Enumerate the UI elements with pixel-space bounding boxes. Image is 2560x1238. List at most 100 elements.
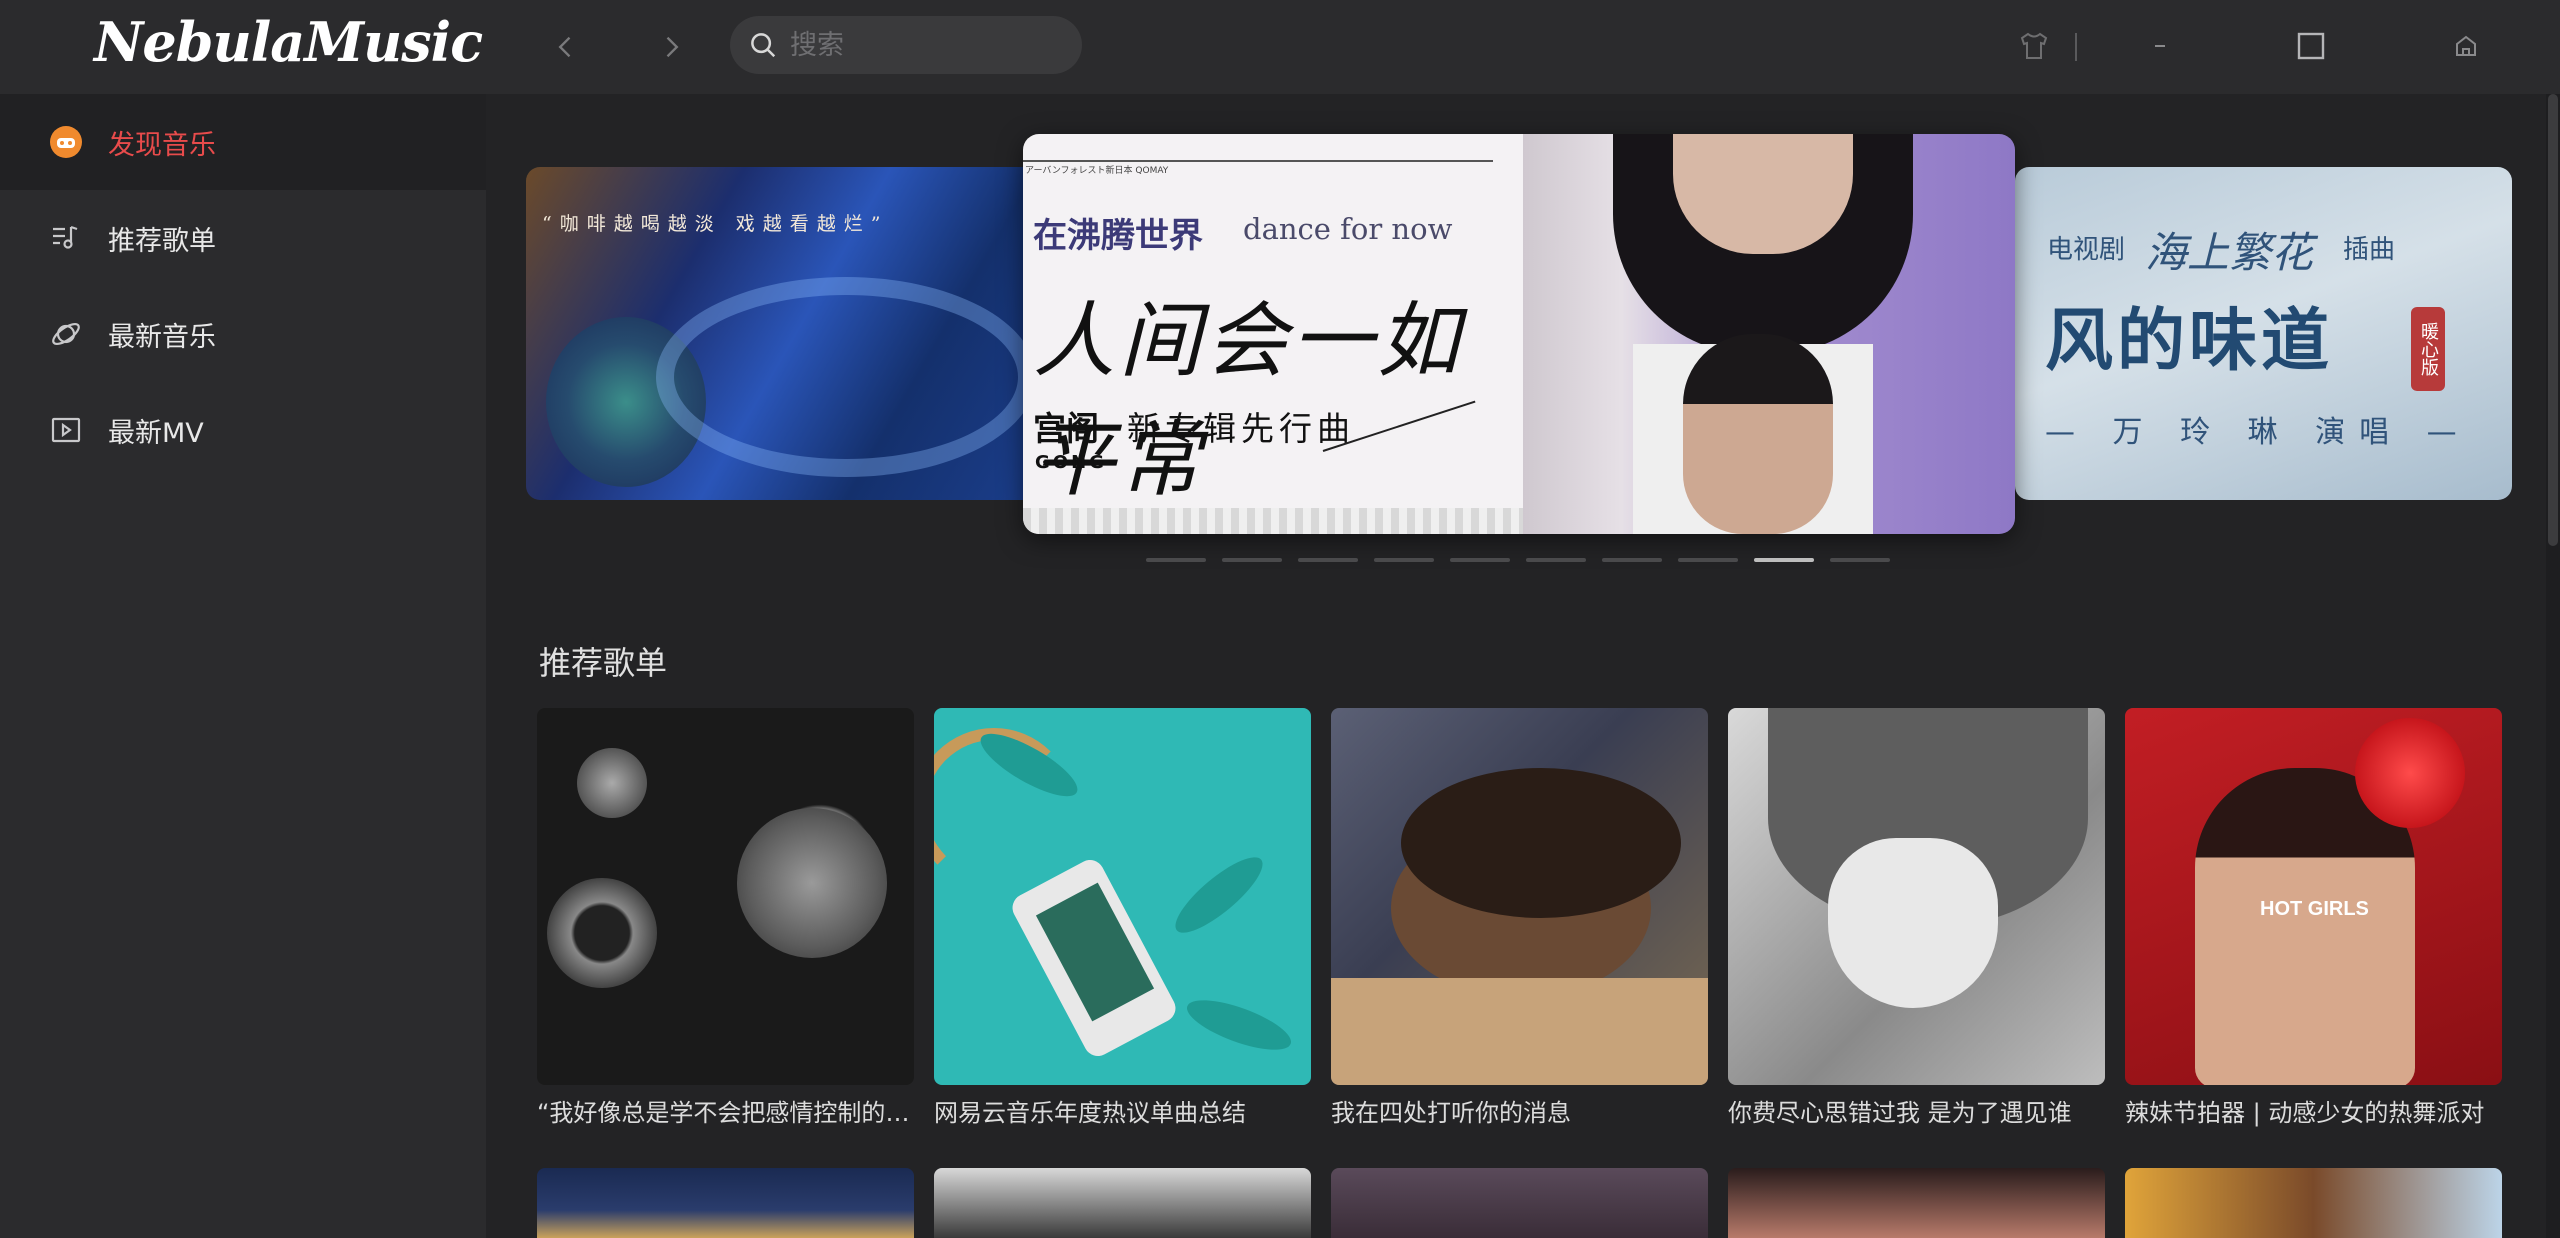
banner-singer: — 万 玲 琳 演唱 — (2045, 415, 2471, 450)
scrollbar-thumb[interactable] (2548, 94, 2558, 546)
banner-title-cn: 在沸腾世界 (1033, 216, 1203, 256)
sidebar-item-label: 发现音乐 (108, 129, 216, 161)
app-logo: NebulaMusic (94, 10, 483, 74)
banner-rule (1023, 160, 1493, 162)
minimize-button[interactable] (2132, 18, 2188, 74)
chevron-left-icon (558, 36, 571, 58)
banner-handwriting: 人间会一如平常 (1033, 294, 1463, 508)
cover-shape (737, 808, 887, 958)
toolbar-divider (2075, 33, 2077, 61)
playlist-card[interactable]: “我好像总是学不会把感情控制的当” (537, 708, 914, 1128)
section-title: 推荐歌单 (539, 644, 668, 682)
planet-icon (48, 316, 84, 352)
playlist-cover (934, 1168, 1311, 1238)
carousel-dot[interactable] (1678, 558, 1738, 562)
skin-button[interactable] (2006, 18, 2062, 74)
home-button[interactable] (2438, 18, 2494, 74)
cover-shape (1165, 846, 1273, 944)
main-content: “咖啡越喝越淡 戏越看越烂” 电视剧 海上繁花 插曲 风的味道 暖心版 — 万 … (486, 94, 2560, 1238)
sidebar-item-new-music[interactable]: 最新音乐 (0, 286, 486, 382)
forward-button[interactable] (646, 22, 696, 72)
banner-strip (1023, 508, 1523, 534)
scrollbar[interactable] (2546, 94, 2560, 1238)
playlist-card[interactable]: 你费尽心思错过我 是为了遇见谁 (1728, 708, 2105, 1128)
sidebar-item-label: 最新音乐 (108, 321, 216, 353)
carousel-dot[interactable] (1526, 558, 1586, 562)
carousel-dot[interactable] (1754, 558, 1814, 562)
carousel-dot[interactable] (1222, 558, 1282, 562)
playlist-cover: HOT GIRLS (2125, 708, 2502, 1085)
minimize-icon (2155, 45, 2165, 47)
banner-show-title: 海上繁花 (2145, 228, 2314, 277)
playlist-card[interactable] (934, 1168, 1311, 1238)
skin-icon (2020, 32, 2048, 59)
playlist-name: 辣妹节拍器 | 动感少女的热舞派对 (2125, 1099, 2485, 1127)
playlist-card[interactable]: HOT GIRLS 辣妹节拍器 | 动感少女的热舞派对 (2125, 708, 2502, 1128)
banner-slide-active[interactable]: アーバンフォレスト新日本 QOMAY 在沸腾世界 dance for now 人… (1023, 134, 2015, 534)
cover-shape (1181, 990, 1297, 1060)
carousel-indicators (1146, 558, 1890, 562)
sidebar-item-label: 最新MV (108, 417, 204, 449)
carousel-dot[interactable] (1374, 558, 1434, 562)
banner-suffix: 插曲 (2343, 235, 2396, 265)
search-input[interactable] (790, 29, 1070, 61)
playlist-card[interactable] (2125, 1168, 2502, 1238)
sidebar-item-playlists[interactable]: 推荐歌单 (0, 190, 486, 286)
search-box[interactable] (730, 16, 1082, 74)
banner-subtitle: 新专辑先行曲 (1127, 409, 1355, 448)
playlist-name: 我在四处打听你的消息 (1331, 1099, 1571, 1127)
cover-shape (1828, 838, 1998, 1008)
banner-artist: 宫阁 (1033, 409, 1099, 448)
banner-slide-left[interactable]: “咖啡越喝越淡 戏越看越烂” (526, 167, 1066, 500)
sidebar-item-mv[interactable]: 最新MV (0, 382, 486, 478)
banner-slide-right[interactable]: 电视剧 海上繁花 插曲 风的味道 暖心版 — 万 玲 琳 演唱 — (2015, 167, 2512, 500)
playlist-card[interactable]: 网易云音乐年度热议单曲总结 (934, 708, 1311, 1128)
banner-prefix: 电视剧 (2047, 235, 2126, 265)
sidebar: 发现音乐 推荐歌单 最新音乐 最新MV (0, 94, 486, 1238)
back-button[interactable] (541, 22, 591, 72)
cover-shape (1331, 978, 1708, 1085)
maximize-button[interactable] (2283, 18, 2339, 74)
playlist-cover (537, 1168, 914, 1238)
photo-shape (1683, 334, 1833, 534)
playlist-cover (537, 708, 914, 1085)
carousel-dot[interactable] (1602, 558, 1662, 562)
playlist-cover (1728, 1168, 2105, 1238)
playlist-card[interactable] (1728, 1168, 2105, 1238)
cover-shape (1401, 768, 1681, 918)
playlist-cover (1728, 708, 2105, 1085)
banner-text-panel: アーバンフォレスト新日本 QOMAY 在沸腾世界 dance for now 人… (1023, 134, 1523, 534)
banner-quote: “咖啡越喝越淡 戏越看越烂” (542, 213, 889, 235)
playlist-name: 网易云音乐年度热议单曲总结 (934, 1099, 1246, 1127)
playlist-icon (48, 220, 84, 256)
playlist-card[interactable]: 我在四处打听你的消息 (1331, 708, 1708, 1128)
banner-art (656, 277, 1036, 477)
cover-shape (577, 748, 647, 818)
sidebar-item-label: 推荐歌单 (108, 225, 216, 257)
playlist-card[interactable] (1331, 1168, 1708, 1238)
home-icon (2456, 35, 2476, 56)
search-icon (751, 33, 776, 58)
banner-stamp: 暖心版 (2411, 307, 2445, 391)
playlist-cover (934, 708, 1311, 1085)
banner-title-en: dance for now (1243, 212, 1453, 246)
sidebar-item-discover[interactable]: 发现音乐 (0, 94, 486, 190)
chevron-right-icon (666, 36, 679, 58)
banner-small-print: アーバンフォレスト新日本 QOMAY (1025, 166, 1169, 176)
banner-brand: GONG (1035, 452, 1107, 473)
carousel-dot[interactable] (1830, 558, 1890, 562)
playlist-cover (1331, 708, 1708, 1085)
maximize-icon (2297, 32, 2325, 60)
playlist-card[interactable] (537, 1168, 914, 1238)
video-icon (48, 412, 84, 448)
carousel-dot[interactable] (1450, 558, 1510, 562)
carousel-dot[interactable] (1146, 558, 1206, 562)
playlist-name: “我好像总是学不会把感情控制的当” (537, 1099, 914, 1127)
title-bar: NebulaMusic (0, 0, 2560, 94)
playlist-cover (2125, 1168, 2502, 1238)
carousel-dot[interactable] (1298, 558, 1358, 562)
discover-icon (48, 124, 84, 160)
banner-photo (1523, 134, 2015, 534)
banner-song-title: 风的味道 (2045, 301, 2334, 381)
cover-text: HOT GIRLS (2260, 898, 2369, 920)
